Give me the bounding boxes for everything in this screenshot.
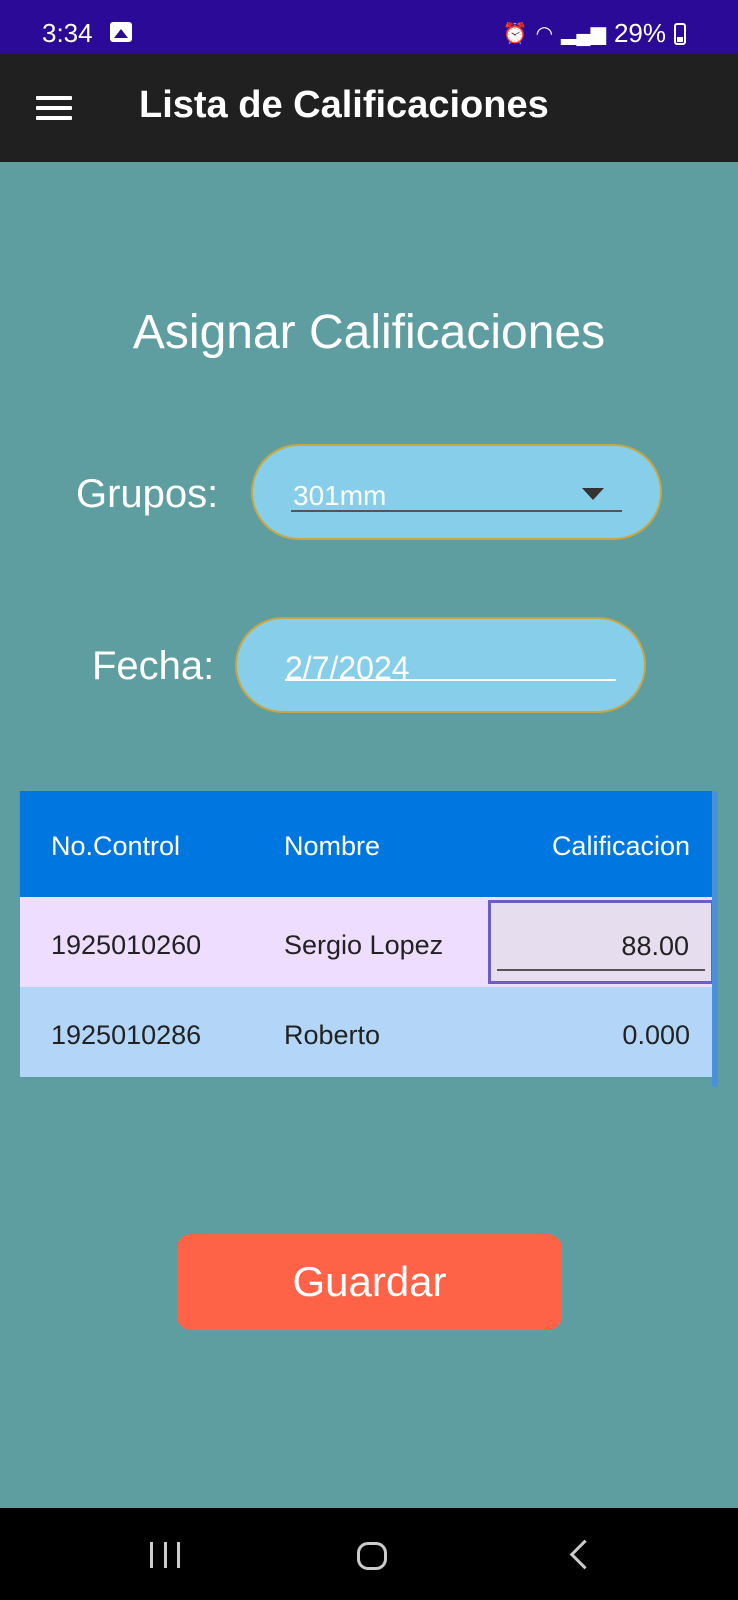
status-time: 3:34 — [42, 18, 93, 48]
recents-icon[interactable] — [150, 1542, 180, 1568]
grupos-dropdown[interactable]: 301mm — [251, 444, 662, 540]
battery-icon — [674, 22, 686, 45]
fecha-value: 2/7/2024 — [285, 650, 410, 686]
app-title: Lista de Calificaciones — [139, 84, 549, 126]
fecha-underline — [285, 679, 616, 681]
table-row[interactable]: 1925010286 Roberto 0.000 — [20, 987, 712, 1077]
fecha-input[interactable]: 2/7/2024 — [235, 617, 646, 713]
alarm-icon: ⏰ — [502, 23, 528, 45]
wifi-icon: ◠ — [535, 23, 554, 45]
home-icon[interactable] — [357, 1542, 387, 1570]
row-control: 1925010260 — [51, 930, 202, 960]
header-calificacion: Calificacion — [551, 831, 690, 861]
table-row[interactable]: 1925010260 Sergio Lopez 88.00 — [20, 897, 714, 987]
dropdown-arrow-icon — [582, 488, 604, 500]
menu-icon[interactable] — [36, 96, 72, 120]
grupos-selected-value: 301mm — [293, 480, 387, 511]
header-no-control: No.Control — [51, 831, 181, 861]
battery-percent: 29% — [613, 18, 666, 48]
grade-underline — [497, 969, 705, 971]
photo-icon — [110, 22, 132, 42]
fecha-label: Fecha: — [92, 644, 215, 688]
row-control: 1925010286 — [51, 1020, 202, 1050]
row-nombre: Sergio Lopez — [284, 930, 444, 960]
grade-value[interactable]: 0.000 — [622, 1020, 690, 1051]
header-nombre: Nombre — [284, 831, 381, 861]
system-nav-bar — [0, 1508, 738, 1600]
grades-table: No.Control Nombre Calificacion 192501026… — [20, 791, 718, 1087]
row-nombre: Roberto — [284, 1020, 381, 1050]
grade-value: 88.00 — [621, 931, 689, 961]
grupos-label: Grupos: — [76, 472, 219, 516]
status-bar: 3:34 ⏰ ◠ ▂▄▆ 29% — [0, 0, 738, 54]
grade-input[interactable]: 88.00 — [488, 900, 714, 984]
status-icons: ⏰ ◠ ▂▄▆ 29% — [503, 18, 686, 49]
table-header: No.Control Nombre Calificacion — [20, 791, 712, 897]
grupos-underline — [291, 510, 622, 512]
table-scrollbar[interactable] — [712, 791, 718, 1087]
app-bar: Lista de Calificaciones — [0, 54, 738, 162]
signal-icon: ▂▄▆ — [561, 23, 606, 45]
save-button[interactable]: Guardar — [177, 1234, 562, 1330]
back-icon[interactable] — [569, 1539, 600, 1570]
page-title: Asignar Calificaciones — [132, 306, 606, 359]
